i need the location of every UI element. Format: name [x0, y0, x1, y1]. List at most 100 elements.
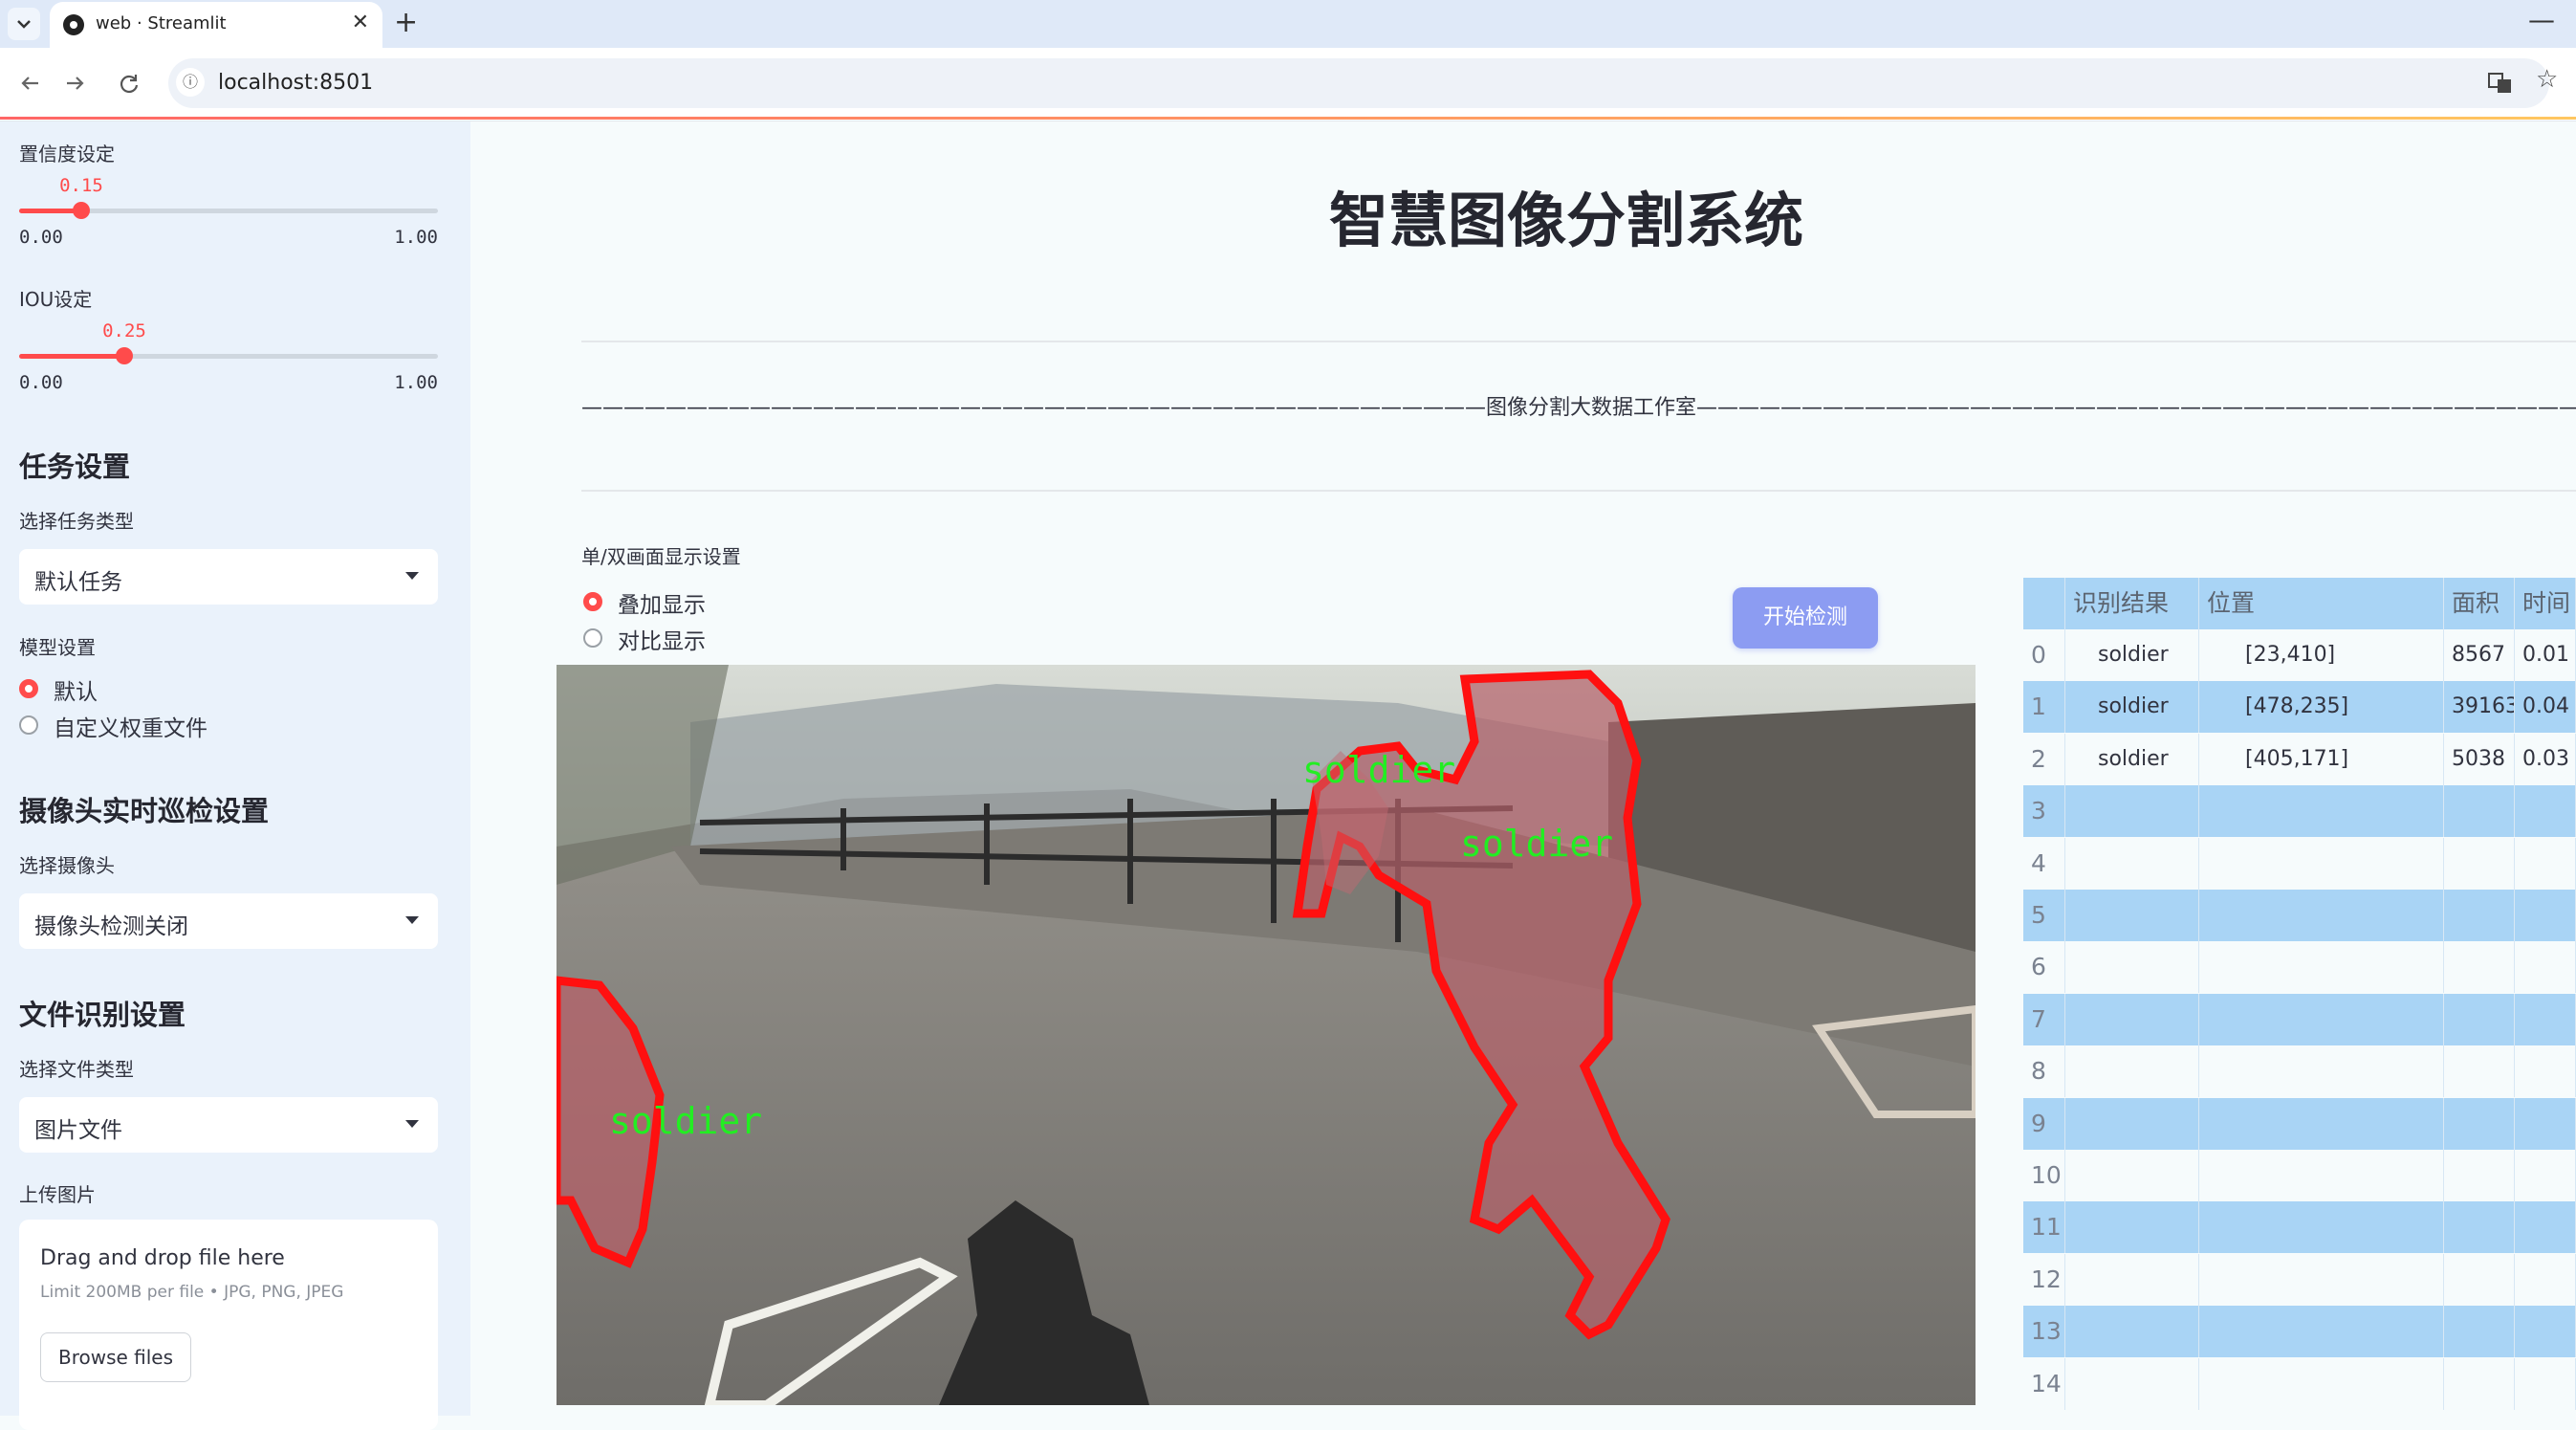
col-header-position[interactable]: 位置 [2199, 578, 2444, 629]
studio-banner-text: ————————————————————————————————————————… [581, 396, 2576, 420]
browse-files-button[interactable]: Browse files [40, 1332, 191, 1382]
radio-label: 默认 [54, 680, 98, 705]
back-arrow-icon[interactable] [15, 69, 44, 98]
col-header-index[interactable] [2023, 578, 2065, 629]
address-bar[interactable]: ⓘ localhost:8501 [168, 58, 2549, 108]
cell-time [2515, 837, 2576, 890]
row-index: 5 [2023, 890, 2065, 941]
radio-label: 自定义权重文件 [54, 716, 207, 741]
table-row[interactable]: 4 [2023, 837, 2576, 890]
row-index: 8 [2023, 1045, 2065, 1098]
cell-result [2065, 1306, 2199, 1358]
site-info-icon[interactable]: ⓘ [176, 68, 205, 97]
row-index: 2 [2023, 733, 2065, 785]
cell-area [2444, 1306, 2515, 1358]
slider-thumb[interactable] [116, 347, 133, 364]
cell-area [2444, 1357, 2515, 1410]
tab-search-button[interactable] [8, 8, 40, 40]
file-section-heading: 文件识别设置 [19, 999, 186, 1031]
cell-result [2065, 1201, 2199, 1254]
table-row[interactable]: 12 [2023, 1253, 2576, 1306]
cell-result [2065, 785, 2199, 838]
cell-area [2444, 1253, 2515, 1306]
slider-value: 0.15 [59, 175, 103, 196]
cell-time [2515, 1097, 2576, 1150]
close-tab-icon[interactable]: ✕ [352, 11, 369, 34]
cell-time [2515, 1253, 2576, 1306]
cell-area [2444, 993, 2515, 1045]
start-detection-button[interactable]: 开始检测 [1733, 587, 1878, 649]
col-header-result[interactable]: 识别结果 [2065, 578, 2199, 629]
cell-result [2065, 1097, 2199, 1150]
cell-time [2515, 1201, 2576, 1254]
table-row[interactable]: 6 [2023, 941, 2576, 994]
table-row[interactable]: 11 [2023, 1201, 2576, 1254]
streamlit-top-decoration [0, 117, 2576, 120]
radio-label: 对比显示 [618, 629, 706, 654]
table-row[interactable]: 3 [2023, 785, 2576, 838]
slider-thumb[interactable] [73, 202, 90, 219]
table-row[interactable]: 7 [2023, 993, 2576, 1045]
new-tab-icon[interactable]: + [394, 6, 418, 39]
cell-position [2199, 941, 2444, 994]
col-header-time[interactable]: 时间 [2515, 578, 2576, 629]
task-type-label: 选择任务类型 [19, 510, 134, 533]
model-settings-label: 模型设置 [19, 636, 96, 659]
results-table[interactable]: 识别结果 位置 面积 时间 0 soldier [23,410] 8567 0.01 1 s… [2023, 578, 2576, 1416]
camera-select[interactable]: 摄像头检测关闭 [19, 893, 438, 949]
cell-time [2515, 1045, 2576, 1098]
radio-unselected-icon[interactable] [583, 628, 602, 648]
slider-min: 0.00 [19, 372, 63, 393]
table-row[interactable]: 14 [2023, 1357, 2576, 1410]
cell-area [2444, 890, 2515, 941]
file-uploader-dropzone[interactable]: Drag and drop file here Limit 200MB per … [19, 1220, 438, 1430]
table-row[interactable]: 0 soldier [23,410] 8567 0.01 [2023, 629, 2576, 681]
bookmark-star-icon[interactable]: ☆ [2536, 65, 2558, 94]
cell-time [2515, 1150, 2576, 1201]
cell-position [2199, 1097, 2444, 1150]
cell-result: soldier [2065, 629, 2199, 681]
cell-time [2515, 1306, 2576, 1358]
row-index: 9 [2023, 1097, 2065, 1150]
forward-arrow-icon[interactable] [61, 69, 90, 98]
cell-result [2065, 837, 2199, 890]
col-header-area[interactable]: 面积 [2444, 578, 2515, 629]
table-row[interactable]: 13 [2023, 1306, 2576, 1358]
cell-position: [23,410] [2199, 629, 2444, 681]
file-type-select[interactable]: 图片文件 [19, 1097, 438, 1153]
confidence-slider[interactable]: 0.15 0.00 1.00 [19, 175, 438, 248]
radio-selected-icon[interactable] [19, 679, 38, 698]
row-index: 14 [2023, 1357, 2065, 1410]
browser-tab[interactable]: web · Streamlit ✕ [50, 2, 382, 48]
cell-time: 0.01 [2515, 629, 2576, 681]
table-row[interactable]: 1 soldier [478,235] 39163 0.04 [2023, 681, 2576, 734]
cell-time [2515, 1357, 2576, 1410]
caret-down-icon [405, 1120, 419, 1128]
cell-position [2199, 1045, 2444, 1098]
row-index: 11 [2023, 1201, 2065, 1254]
slider-min: 0.00 [19, 227, 63, 248]
cell-position [2199, 785, 2444, 838]
reload-icon[interactable] [115, 69, 143, 98]
task-type-select[interactable]: 默认任务 [19, 549, 438, 605]
table-row[interactable]: 9 [2023, 1097, 2576, 1150]
row-index: 4 [2023, 837, 2065, 890]
cell-area [2444, 1150, 2515, 1201]
select-value: 默认任务 [34, 570, 122, 595]
slider-max: 1.00 [394, 372, 438, 393]
radio-selected-icon[interactable] [583, 592, 602, 611]
iou-slider[interactable]: 0.25 0.00 1.00 [19, 320, 438, 393]
url-text: localhost:8501 [218, 71, 374, 95]
table-row[interactable]: 8 [2023, 1045, 2576, 1098]
translate-icon[interactable] [2486, 69, 2515, 98]
table-row[interactable]: 5 [2023, 890, 2576, 941]
cell-position [2199, 837, 2444, 890]
minimize-window-icon[interactable]: — [2528, 4, 2555, 35]
table-row[interactable]: 10 [2023, 1150, 2576, 1201]
divider-bottom [581, 490, 2576, 492]
cell-position [2199, 1150, 2444, 1201]
cell-position [2199, 1201, 2444, 1254]
table-row[interactable]: 2 soldier [405,171] 5038 0.03 [2023, 733, 2576, 785]
radio-unselected-icon[interactable] [19, 715, 38, 735]
row-index: 6 [2023, 941, 2065, 994]
